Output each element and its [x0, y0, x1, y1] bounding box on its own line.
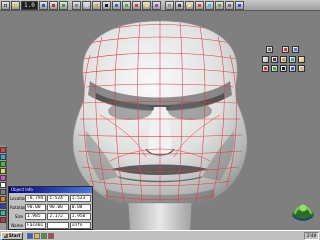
object-info-panel: Object Info Location -0.794 1.524 1.523 … — [8, 186, 93, 230]
start-label: Start — [9, 232, 21, 238]
magnet-tool-icon[interactable] — [0, 175, 6, 181]
render-icon[interactable] — [194, 0, 204, 10]
name-label: Name — [11, 222, 23, 228]
camera-icon[interactable] — [280, 65, 287, 72]
rotation-z-field[interactable]: 0.00 — [69, 203, 91, 211]
extrude-icon[interactable] — [141, 0, 151, 10]
paint-icon[interactable] — [292, 46, 299, 53]
snap-icon[interactable] — [151, 0, 161, 10]
material-icon[interactable] — [262, 65, 269, 72]
torus-icon[interactable] — [289, 56, 296, 63]
light-icon[interactable] — [184, 0, 194, 10]
delete-tool-icon[interactable] — [0, 217, 6, 223]
weld-tool-icon[interactable] — [0, 210, 6, 216]
mirror-tool-icon[interactable] — [0, 203, 6, 209]
scale-readout[interactable]: 1.0 — [21, 0, 38, 10]
size-z-field[interactable]: 1.950 — [69, 212, 91, 220]
taskbar: Start 2:48 — [0, 230, 320, 240]
windows-icon — [4, 233, 8, 238]
texture-icon[interactable] — [271, 65, 278, 72]
smooth-tool-icon[interactable] — [0, 196, 6, 202]
rotation-y-field[interactable]: 90.00 — [47, 203, 69, 211]
copy-icon[interactable] — [81, 0, 91, 10]
folder-icon[interactable] — [34, 232, 41, 239]
sphere-icon[interactable] — [262, 56, 269, 63]
app-logo — [292, 204, 314, 221]
save-icon[interactable] — [38, 0, 48, 10]
size-label: Size — [14, 213, 23, 219]
rotation-x-field[interactable]: 90.00 — [25, 203, 47, 211]
rotation-row: Rotation 90.00 90.00 0.00 — [9, 203, 92, 211]
face-tool-icon[interactable] — [0, 161, 6, 167]
tool-palette — [262, 45, 312, 73]
browser-icon[interactable] — [27, 232, 34, 239]
clock[interactable]: 2:48 — [304, 231, 319, 240]
info-field[interactable]: Info — [69, 221, 91, 229]
light-icon[interactable] — [298, 56, 305, 63]
location-x-field[interactable]: -0.794 — [25, 194, 47, 202]
grid-icon[interactable] — [164, 0, 174, 10]
size-y-field[interactable]: 2.172 — [47, 212, 69, 220]
size-row: Size 1.985 2.172 1.950 — [9, 212, 92, 220]
bone-icon[interactable] — [298, 65, 305, 72]
move-icon[interactable] — [111, 0, 121, 10]
settings-icon[interactable] — [224, 0, 234, 10]
cube-icon[interactable] — [271, 56, 278, 63]
name-row: Name Face01 Info — [9, 221, 92, 229]
location-label: Location — [10, 195, 27, 201]
rotate-icon[interactable] — [121, 0, 131, 10]
object-name-field[interactable]: Face01 — [25, 221, 47, 229]
app-icon[interactable] — [41, 232, 48, 239]
redo-icon[interactable] — [58, 0, 68, 10]
location-row: Location -0.794 1.524 1.523 — [9, 194, 92, 202]
open-icon[interactable] — [11, 0, 20, 10]
edge-tool-icon[interactable] — [0, 154, 6, 160]
texture-icon[interactable] — [214, 0, 224, 10]
start-button[interactable]: Start — [1, 231, 24, 240]
cut-icon[interactable] — [71, 0, 81, 10]
object-tool-icon[interactable] — [0, 168, 6, 174]
point-tool-icon[interactable] — [0, 147, 6, 153]
panel-title[interactable]: Object Info — [9, 187, 92, 193]
grid-icon[interactable] — [266, 46, 273, 53]
brush-icon[interactable] — [282, 46, 289, 53]
material-icon[interactable] — [204, 0, 214, 10]
cone-icon[interactable] — [280, 56, 287, 63]
empty-field[interactable] — [47, 221, 69, 229]
select-icon[interactable] — [101, 0, 111, 10]
knife-tool-icon[interactable] — [0, 182, 6, 188]
rotation-label: Rotation — [10, 204, 27, 210]
undo-icon[interactable] — [48, 0, 58, 10]
quick-launch — [27, 232, 55, 239]
new-icon[interactable] — [1, 0, 10, 10]
camera-icon[interactable] — [174, 0, 184, 10]
render-icon[interactable] — [289, 65, 296, 72]
left-toolbar — [0, 146, 7, 230]
top-toolbar: 1.0 — [0, 0, 320, 11]
location-y-field[interactable]: 1.524 — [47, 194, 69, 202]
size-x-field[interactable]: 1.985 — [25, 212, 47, 220]
help-icon[interactable] — [234, 0, 244, 10]
media-icon[interactable] — [48, 232, 55, 239]
bevel-tool-icon[interactable] — [0, 189, 6, 195]
location-z-field[interactable]: 1.523 — [69, 194, 91, 202]
paste-icon[interactable] — [91, 0, 101, 10]
scale-icon[interactable] — [131, 0, 141, 10]
